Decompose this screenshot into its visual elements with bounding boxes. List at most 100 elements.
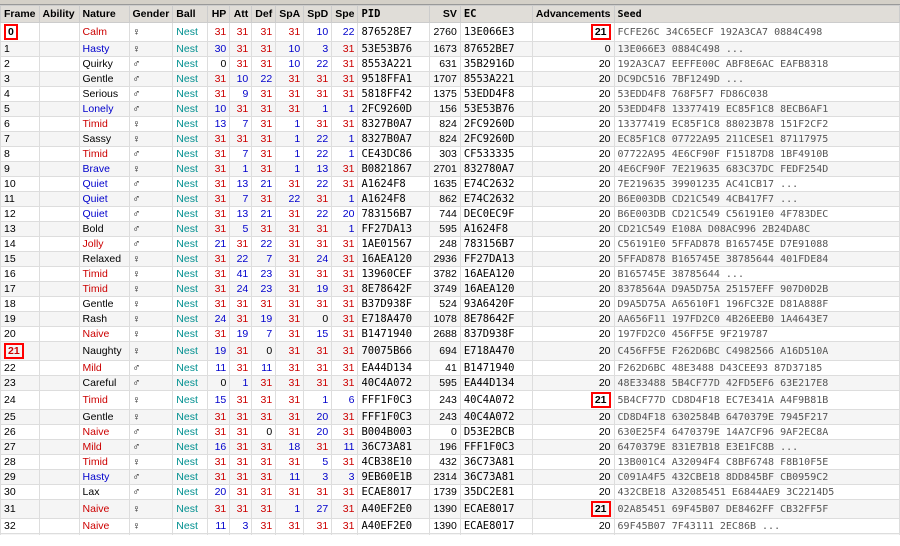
cell-sv: 3749 (430, 282, 460, 297)
cell-hp: 19 (208, 342, 230, 361)
table-row: 9Brave♀Nest3113111331B08218672701832780A… (1, 162, 900, 177)
cell-pid: 16AEA120 (358, 252, 430, 267)
cell-frame: 32 (1, 519, 40, 534)
cell-spa: 10 (276, 42, 304, 57)
table-row: 30Lax♂Nest203131313131ECAE8017173935DC2E… (1, 485, 900, 500)
cell-att: 19 (230, 327, 252, 342)
cell-pid: ECAE8017 (358, 485, 430, 500)
cell-sv: 1707 (430, 72, 460, 87)
cell-sv: 824 (430, 132, 460, 147)
cell-spa: 11 (276, 470, 304, 485)
cell-att: 41 (230, 267, 252, 282)
cell-spa: 1 (276, 500, 304, 519)
cell-hp: 31 (208, 207, 230, 222)
cell-hp: 31 (208, 297, 230, 312)
table-row: 22Mild♂Nest113111313131EA44D13441B147194… (1, 361, 900, 376)
col-header-ball: Ball (173, 6, 208, 23)
cell-pid: FFF1F0C3 (358, 410, 430, 425)
cell-spd: 31 (304, 297, 332, 312)
cell-spd: 31 (304, 117, 332, 132)
cell-pid: E718A470 (358, 312, 430, 327)
cell-adv: 20 (532, 57, 614, 72)
cell-seed: 69F45B07 7F43111 2EC86B ... (614, 519, 899, 534)
cell-sv: 1390 (430, 500, 460, 519)
cell-adv: 20 (532, 237, 614, 252)
table-row: 4Serious♂Nest319313131315818FF42137553ED… (1, 87, 900, 102)
cell-def: 23 (252, 267, 276, 282)
cell-spa: 31 (276, 455, 304, 470)
cell-seed: B6E003DB CD21C549 4CB417F7 ... (614, 192, 899, 207)
cell-adv: 20 (532, 252, 614, 267)
cell-seed: C56191E0 5FFAD878 B165745E D7E91088 (614, 237, 899, 252)
cell-seed: 197FD2C0 456FF5E 9F219787 (614, 327, 899, 342)
cell-spe: 6 (332, 391, 358, 410)
cell-spd: 10 (304, 23, 332, 42)
cell-frame: 27 (1, 440, 40, 455)
cell-frame: 31 (1, 500, 40, 519)
cell-gender: ♂ (129, 147, 173, 162)
cell-ability (39, 57, 79, 72)
cell-pid: 1AE01567 (358, 237, 430, 252)
cell-nature: Timid (79, 267, 129, 282)
cell-hp: 20 (208, 485, 230, 500)
table-row: 31Naive♀Nest31313112731A40EF2E01390ECAE8… (1, 500, 900, 519)
cell-hp: 31 (208, 87, 230, 102)
cell-pid: 40C4A072 (358, 376, 430, 391)
cell-spd: 22 (304, 177, 332, 192)
cell-def: 19 (252, 312, 276, 327)
cell-nature: Timid (79, 455, 129, 470)
cell-ball: Nest (173, 297, 208, 312)
cell-def: 7 (252, 327, 276, 342)
table-row: 10Quiet♂Nest311321312231A1624F81635E74C2… (1, 177, 900, 192)
cell-ball: Nest (173, 42, 208, 57)
cell-def: 31 (252, 297, 276, 312)
cell-gender: ♂ (129, 485, 173, 500)
cell-nature: Mild (79, 361, 129, 376)
cell-ec: 53EDD4F8 (460, 87, 532, 102)
cell-ability (39, 534, 79, 536)
cell-sv: 303 (430, 147, 460, 162)
cell-spd: 31 (304, 440, 332, 455)
cell-pid: 70075B66 (358, 342, 430, 361)
cell-ability (39, 500, 79, 519)
table-row: 17Timid♀Nest3124233119318E78642F374916AE… (1, 282, 900, 297)
cell-spe: 31 (332, 237, 358, 252)
cell-ball: Nest (173, 162, 208, 177)
cell-nature: Hasty (79, 470, 129, 485)
cell-pid: A1624F8 (358, 192, 430, 207)
cell-nature: Gentle (79, 72, 129, 87)
cell-nature: Bold (79, 222, 129, 237)
cell-nature: Timid (79, 147, 129, 162)
cell-spe: 31 (332, 297, 358, 312)
cell-ec: 8E78642F (460, 312, 532, 327)
cell-gender: ♀ (129, 455, 173, 470)
col-header-spa: SpA (276, 6, 304, 23)
cell-pid: 783156B7 (358, 207, 430, 222)
cell-frame: 21 (1, 342, 40, 361)
cell-nature: Calm (79, 23, 129, 42)
cell-def: 31 (252, 132, 276, 147)
results-table-container[interactable]: Frame Ability Nature Gender Ball HP Att … (0, 5, 900, 535)
cell-sv: 595 (430, 222, 460, 237)
cell-spa: 31 (276, 72, 304, 87)
cell-gender: ♀ (129, 342, 173, 361)
cell-att: 31 (230, 57, 252, 72)
cell-ability (39, 327, 79, 342)
cell-pid: EA44D134 (358, 361, 430, 376)
cell-spe: 31 (332, 282, 358, 297)
cell-adv: 20 (532, 485, 614, 500)
cell-gender: ♂ (129, 177, 173, 192)
cell-spe: 31 (332, 177, 358, 192)
cell-seed: CD21C549 E108A D08AC996 2B24DA8C (614, 222, 899, 237)
cell-sv: 196 (430, 440, 460, 455)
cell-seed: 13E066E3 0884C498 ... (614, 42, 899, 57)
cell-ball: Nest (173, 327, 208, 342)
cell-att: 31 (230, 500, 252, 519)
table-row: 8Timid♂Nest317311221CE43DC86303CF5333352… (1, 147, 900, 162)
cell-frame: 2 (1, 57, 40, 72)
cell-pid: 8553A221 (358, 57, 430, 72)
cell-gender: ♀ (129, 117, 173, 132)
cell-hp: 15 (208, 391, 230, 410)
cell-ability (39, 132, 79, 147)
cell-frame: 10 (1, 177, 40, 192)
